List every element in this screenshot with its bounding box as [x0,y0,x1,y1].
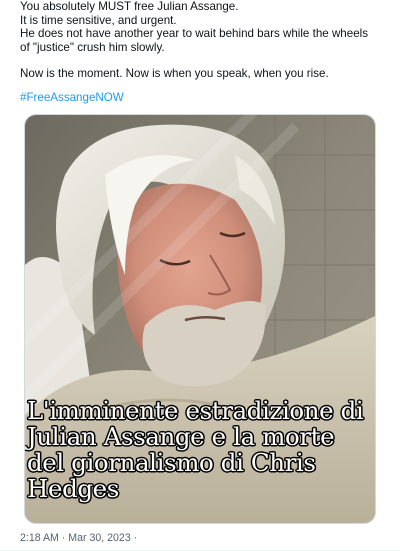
image-caption: L'imminente estradizione di Julian Assan… [27,396,371,503]
tweet-timestamp[interactable]: 2:18 AM · Mar 30, 2023 · [20,532,137,544]
tweet-line-2: It is time sensitive, and urgent. [20,13,177,27]
tweet-line-3: He does not have another year to wait be… [20,27,372,54]
hashtag-link[interactable]: #FreeAssangeNOW [20,91,124,104]
tweet: You absolutely MUST free Julian Assange.… [0,0,400,551]
tweet-text: You absolutely MUST free Julian Assange.… [20,0,380,81]
tweet-line-4: Now is the moment. Now is when you speak… [20,67,329,81]
tweet-line-1: You absolutely MUST free Julian Assange. [20,0,239,13]
tweet-media-image[interactable]: L'imminente estradizione di Julian Assan… [24,114,376,524]
